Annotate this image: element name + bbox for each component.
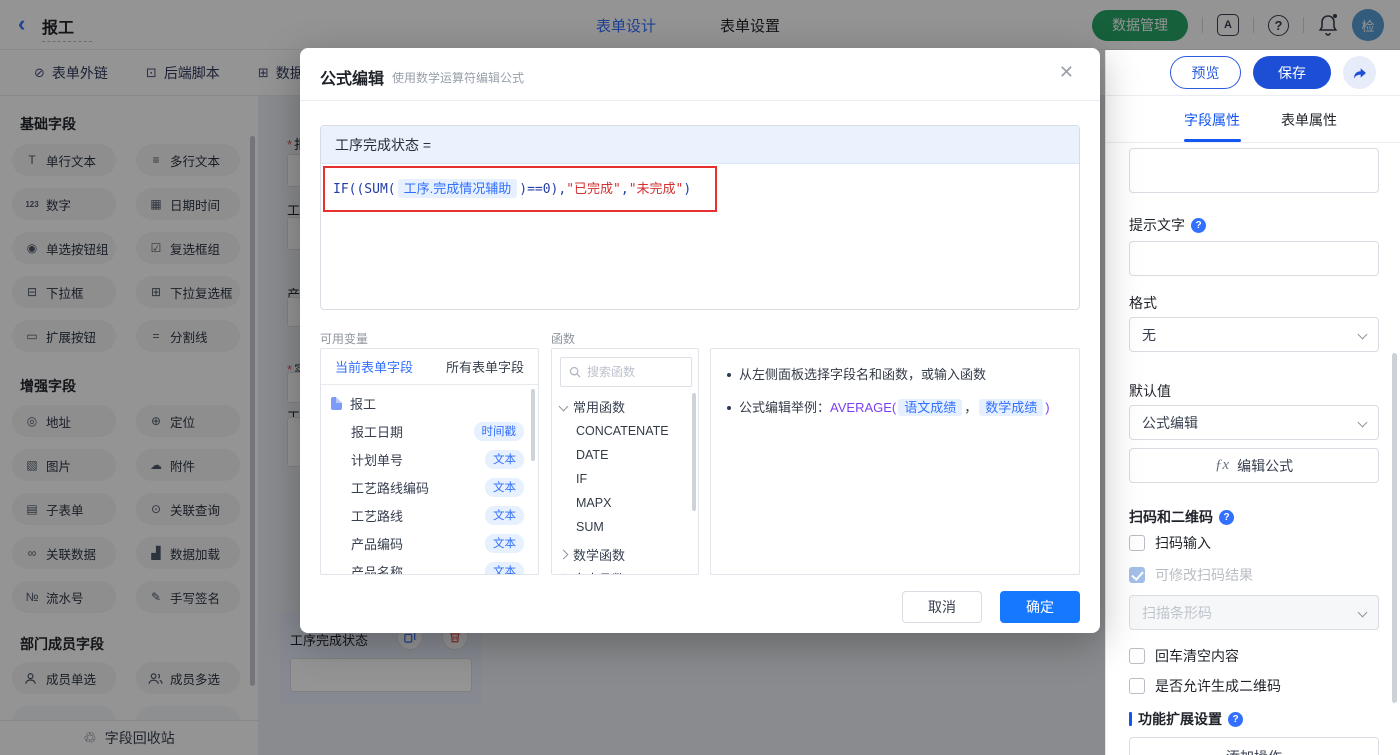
chevron-down-icon xyxy=(1357,417,1368,428)
cancel-button[interactable]: 取消 xyxy=(902,591,982,623)
panel-scrollbar[interactable] xyxy=(1392,353,1397,703)
example-token: 数学成绩 xyxy=(979,399,1044,416)
example-token: 语文成绩 xyxy=(898,399,963,416)
help-icon[interactable]: ? xyxy=(1228,711,1243,727)
checkbox-icon xyxy=(1129,678,1145,694)
modal-title: 公式编辑 xyxy=(320,71,385,88)
bullet-icon xyxy=(727,406,731,410)
chevron-right-icon xyxy=(558,549,569,560)
default-value-select[interactable]: 公式编辑 xyxy=(1129,405,1379,440)
format-select[interactable]: 无 xyxy=(1129,317,1379,352)
function-item-if[interactable]: IF xyxy=(576,472,587,486)
variable-row[interactable]: 工艺路线编码 文本 xyxy=(321,473,538,501)
form-doc-icon xyxy=(331,396,342,410)
help-icon[interactable]: ? xyxy=(1219,509,1234,525)
checkbox-modify-scan-result[interactable]: 可修改扫码结果 xyxy=(1129,565,1253,585)
modal-overlay-top xyxy=(0,0,1400,50)
function-search-input[interactable] xyxy=(587,365,677,379)
checkbox-clear-on-enter[interactable]: 回车清空内容 xyxy=(1129,646,1239,666)
formula-target-row: 工序完成状态 = xyxy=(321,126,1079,164)
variable-row[interactable]: 产品编码 文本 xyxy=(321,529,538,557)
checkbox-allow-qrcode[interactable]: 是否允许生成二维码 xyxy=(1129,676,1281,696)
tab-all-form-fields[interactable]: 所有表单字段 xyxy=(446,357,524,376)
modal-header-divider xyxy=(300,100,1100,101)
variables-root[interactable]: 报工 xyxy=(321,389,538,417)
function-item-date[interactable]: DATE xyxy=(576,448,608,462)
formula-target-field: 工序完成状态 xyxy=(335,136,419,153)
tab-form-properties[interactable]: 表单属性 xyxy=(1281,110,1337,130)
type-badge: 文本 xyxy=(485,505,524,525)
variable-row[interactable]: 工艺路线 文本 xyxy=(321,501,538,529)
type-badge: 文本 xyxy=(485,449,524,469)
checkbox-checked-icon xyxy=(1129,567,1145,583)
scan-section-title: 扫码和二维码? xyxy=(1129,507,1234,527)
function-group-common[interactable]: 常用函数 xyxy=(558,397,625,416)
format-label: 格式 xyxy=(1129,295,1157,311)
confirm-button[interactable]: 确定 xyxy=(1000,591,1080,623)
functions-scrollbar[interactable] xyxy=(692,393,696,511)
form-actions: 预览 保存 xyxy=(1170,56,1376,89)
variables-panel: 当前表单字段 所有表单字段 报工 报工日期 时间戳 计划单号 文本 工艺路线编码 文本… xyxy=(320,348,539,575)
formula-editor-modal: 公式编辑 使用数学运算符编辑公式 ✕ 工序完成状态 = IF((SUM(工序.完… xyxy=(300,48,1100,633)
modal-subtitle: 使用数学运算符编辑公式 xyxy=(392,71,525,85)
function-search[interactable] xyxy=(560,357,692,387)
tab-current-form-fields[interactable]: 当前表单字段 xyxy=(335,357,413,376)
checkbox-icon xyxy=(1129,648,1145,664)
function-item-sum[interactable]: SUM xyxy=(576,520,604,534)
fx-icon: ƒx xyxy=(1214,457,1230,473)
close-icon[interactable]: ✕ xyxy=(1059,62,1074,83)
property-tabs: 字段属性 表单属性 xyxy=(1106,96,1400,143)
hint-example-line: 公式编辑举例：AVERAGE(语文成绩，数学成绩) xyxy=(727,398,1063,417)
function-group-text[interactable]: 文本函数 xyxy=(558,569,625,574)
variable-row[interactable]: 计划单号 文本 xyxy=(321,445,538,473)
hints-panel: 从左侧面板选择字段名和函数，或输入函数 公式编辑举例：AVERAGE(语文成绩，… xyxy=(710,348,1080,575)
formula-editor-box: 工序完成状态 = IF((SUM(工序.完成情况辅助)==0),"已完成","未… xyxy=(320,125,1080,310)
field-properties-panel: 提示文字? 格式 无 默认值 公式编辑 ƒx 编辑公式 扫码和二维码? 扫码输入 … xyxy=(1106,143,1400,755)
extension-section-title: 功能扩展设置? xyxy=(1129,709,1243,729)
preview-button[interactable]: 预览 xyxy=(1170,56,1241,89)
functions-label: 函数 xyxy=(551,332,576,346)
share-button[interactable] xyxy=(1343,56,1376,89)
share-arrow-icon xyxy=(1353,67,1366,79)
variables-label: 可用变量 xyxy=(320,332,369,346)
chevron-right-icon xyxy=(558,573,569,574)
field-textarea[interactable] xyxy=(1129,148,1379,193)
variable-row[interactable]: 产品名称 文本 xyxy=(321,557,538,574)
scan-type-select[interactable]: 扫描条形码 xyxy=(1129,595,1379,630)
help-icon[interactable]: ? xyxy=(1191,217,1206,233)
functions-panel: 常用函数 CONCATENATE DATE IF MAPX SUM 数学函数 文… xyxy=(551,348,699,575)
type-badge: 文本 xyxy=(485,477,524,497)
default-value-label: 默认值 xyxy=(1129,383,1171,399)
bullet-icon xyxy=(727,373,731,377)
chevron-down-icon xyxy=(558,401,569,412)
function-group-math[interactable]: 数学函数 xyxy=(558,545,625,564)
equals-sign: = xyxy=(422,136,432,153)
checkbox-icon xyxy=(1129,535,1145,551)
formula-expression[interactable]: IF((SUM(工序.完成情况辅助)==0),"已完成","未完成") xyxy=(333,178,691,198)
hint-text-input[interactable] xyxy=(1129,241,1379,276)
example-function: AVERAGE( xyxy=(830,400,897,415)
formula-variable-token[interactable]: 工序.完成情况辅助 xyxy=(397,179,518,198)
function-item-mapx[interactable]: MAPX xyxy=(576,496,611,510)
type-badge: 时间戳 xyxy=(473,421,524,441)
edit-formula-button[interactable]: ƒx 编辑公式 xyxy=(1129,448,1379,483)
save-button[interactable]: 保存 xyxy=(1253,56,1331,89)
tab-underline xyxy=(1184,139,1241,142)
chevron-down-icon xyxy=(1357,329,1368,340)
type-badge: 文本 xyxy=(485,533,524,553)
function-item-concatenate[interactable]: CONCATENATE xyxy=(576,424,669,438)
hint-line: 从左侧面板选择字段名和函数，或输入函数 xyxy=(727,365,1063,384)
variables-tabs: 当前表单字段 所有表单字段 xyxy=(321,349,538,385)
tab-field-properties[interactable]: 字段属性 xyxy=(1184,110,1240,130)
type-badge: 文本 xyxy=(485,561,524,574)
checkbox-scan-input[interactable]: 扫码输入 xyxy=(1129,533,1211,553)
variables-scrollbar[interactable] xyxy=(531,389,535,461)
chevron-down-icon xyxy=(1357,607,1368,618)
hint-text-label: 提示文字? xyxy=(1129,215,1206,235)
variable-row[interactable]: 报工日期 时间戳 xyxy=(321,417,538,445)
section-bar xyxy=(1129,712,1132,726)
app-screen: ‹ 报工 表单设计 表单设置 数据管理 A ? 检 ⊘ 表单外链 ⊡ 后端脚本 … xyxy=(0,0,1400,755)
search-icon xyxy=(569,366,581,378)
add-action-button[interactable]: 添加操作 xyxy=(1129,737,1379,755)
